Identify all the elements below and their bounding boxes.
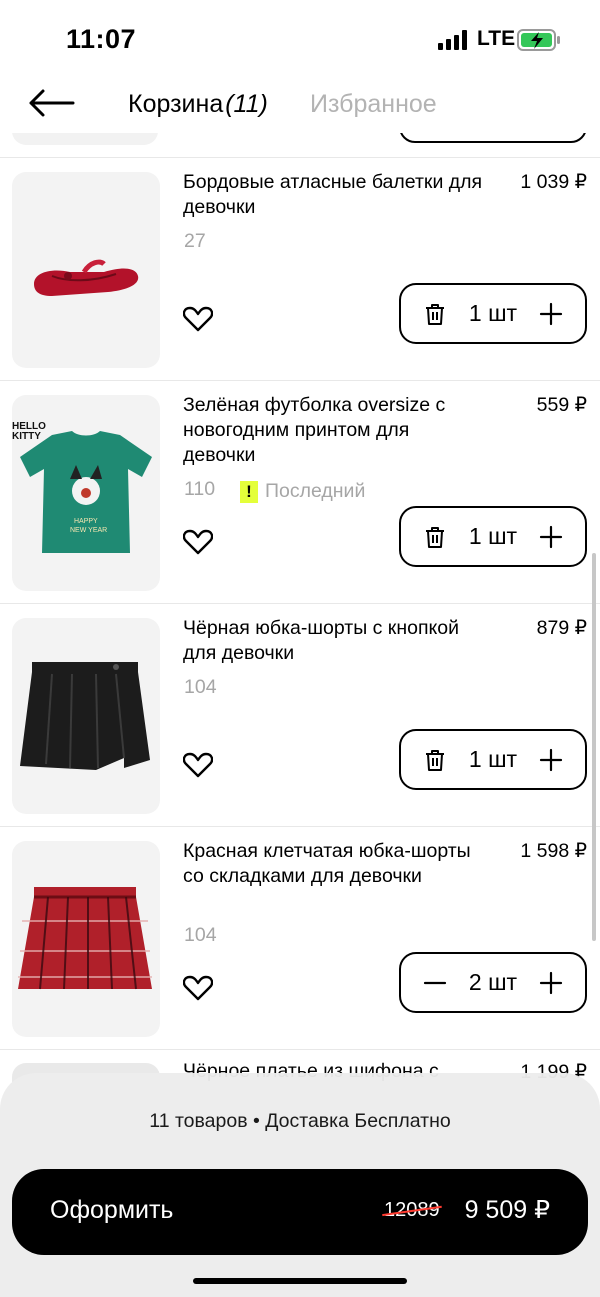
header: Корзина(11) Избранное <box>0 75 600 133</box>
total-price: 9 509 ₽ <box>464 1196 550 1224</box>
heart-icon[interactable] <box>183 529 213 555</box>
signal-icon <box>438 30 467 50</box>
product-image <box>12 133 158 145</box>
plus-icon[interactable] <box>539 525 563 549</box>
svg-text:NEW YEAR: NEW YEAR <box>70 527 107 534</box>
product-image[interactable]: HELLO KITTY HAPPY NEW YEAR <box>12 395 160 591</box>
plus-icon[interactable] <box>539 971 563 995</box>
tab-favorites[interactable]: Избранное <box>310 90 437 119</box>
product-size: 104 <box>184 924 217 946</box>
heart-icon[interactable] <box>183 752 213 778</box>
plus-icon[interactable] <box>539 748 563 772</box>
battery-charging-icon <box>517 29 560 51</box>
delivery-info: Доставка Бесплатно <box>265 1110 451 1132</box>
ballet-flat-image <box>34 259 139 296</box>
old-price: 12089 <box>384 1199 440 1221</box>
quantity-stepper: 1 шт <box>399 283 587 344</box>
previous-item-tail <box>0 133 600 158</box>
items-count: 11 товаров <box>149 1110 248 1132</box>
product-size: 110 <box>184 478 216 500</box>
product-title[interactable]: Зелёная футболка oversize с новогодним п… <box>183 393 483 468</box>
quantity-stepper: 1 шт <box>399 729 587 790</box>
cart-item: Красная клетчатая юбка-шорты со складкам… <box>0 827 600 1050</box>
status-bar: 11:07 LTE <box>0 0 600 75</box>
home-indicator[interactable] <box>193 1278 407 1284</box>
red-plaid-skort-image <box>18 887 152 990</box>
product-title[interactable]: Бордовые атласные балетки для девочки <box>183 170 483 220</box>
scrollbar[interactable] <box>592 553 596 941</box>
tab-cart-label: Корзина <box>128 90 224 118</box>
back-arrow-icon[interactable] <box>26 87 76 119</box>
tab-cart-count: (11) <box>225 90 268 118</box>
network-type: LTE <box>477 27 516 50</box>
cart-item: HELLO KITTY HAPPY NEW YEAR Зелёная футбо… <box>0 381 600 604</box>
black-skort-image <box>20 662 150 770</box>
product-size: 27 <box>184 230 206 252</box>
tab-cart[interactable]: Корзина(11) <box>128 90 268 119</box>
plus-icon[interactable] <box>539 302 563 326</box>
badge-label: Последний <box>265 480 366 502</box>
product-title[interactable]: Красная клетчатая юбка-шорты со складкам… <box>183 839 483 889</box>
quantity-stepper: 1 шт <box>399 506 587 567</box>
product-image[interactable] <box>12 841 160 1037</box>
checkout-label: Оформить <box>50 1196 174 1224</box>
product-size: 104 <box>184 676 217 698</box>
product-price: 559 ₽ <box>536 394 587 416</box>
product-image[interactable] <box>12 172 160 368</box>
status-time: 11:07 <box>66 24 137 54</box>
product-title[interactable]: Чёрная юбка-шорты с кнопкой для девочки <box>183 616 483 666</box>
product-price: 879 ₽ <box>536 617 587 639</box>
cart-item: Бордовые атласные балетки для девочки 1 … <box>0 158 600 381</box>
last-item-badge: ! Последний <box>240 480 365 503</box>
cart-item: Чёрная юбка-шорты с кнопкой для девочки … <box>0 604 600 827</box>
green-tshirt-image: HELLO KITTY HAPPY NEW YEAR <box>12 421 152 553</box>
quantity-stepper: 2 шт <box>399 952 587 1013</box>
order-summary: 11 товаров • Доставка Бесплатно <box>0 1110 600 1133</box>
product-price: 1 598 ₽ <box>520 840 587 862</box>
separator-dot: • <box>252 1110 260 1132</box>
product-price: 1 039 ₽ <box>520 171 587 193</box>
heart-icon[interactable] <box>183 306 213 332</box>
svg-text:HAPPY: HAPPY <box>74 518 98 525</box>
checkout-button[interactable]: Оформить 12089 9 509 ₽ <box>12 1169 588 1255</box>
quantity-stepper[interactable] <box>399 133 587 143</box>
svg-text:KITTY: KITTY <box>12 431 41 442</box>
product-image[interactable] <box>12 618 160 814</box>
checkout-sheet: 11 товаров • Доставка Бесплатно Оформить… <box>0 1073 600 1297</box>
heart-icon[interactable] <box>183 975 213 1001</box>
warning-icon: ! <box>240 480 258 503</box>
